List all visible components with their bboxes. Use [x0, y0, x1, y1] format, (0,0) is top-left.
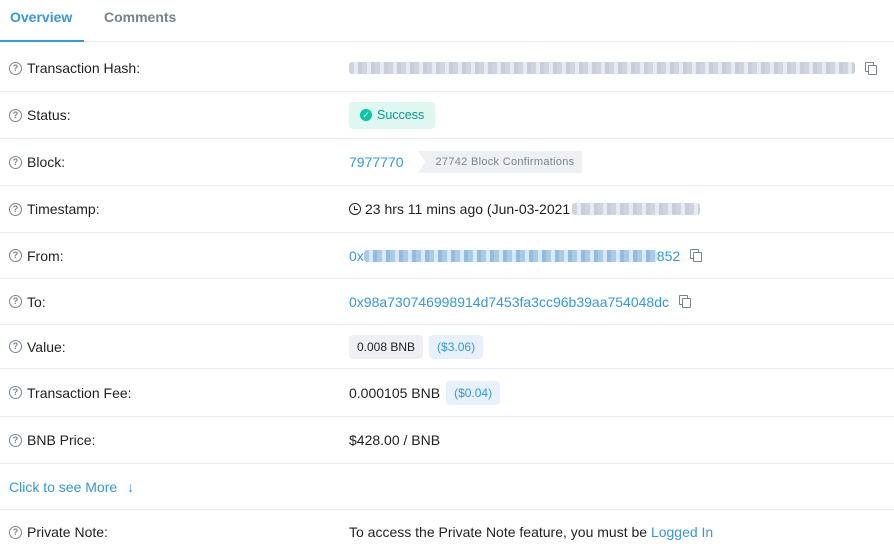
- question-circle-icon[interactable]: ?: [9, 433, 22, 447]
- label-transaction-hash: Transaction Hash:: [27, 60, 141, 76]
- check-circle-icon: ✓: [360, 109, 372, 121]
- row-to: ? To: 0x98a730746998914d7453fa3cc96b39aa…: [0, 279, 894, 325]
- see-more-label: Click to see More: [9, 478, 118, 495]
- private-note-text: To access the Private Note feature, you …: [349, 524, 651, 540]
- label-status: Status:: [27, 107, 71, 123]
- status-badge: ✓ Success: [349, 101, 436, 129]
- active-tab-indicator: [0, 40, 84, 42]
- fee-amount: 0.000105 BNB: [349, 384, 441, 401]
- row-bnb-price: ? BNB Price: $428.00 / BNB: [0, 417, 894, 464]
- label-value: Value:: [27, 338, 66, 355]
- row-value: ? Value: 0.008 BNB ($3.06): [0, 325, 894, 369]
- copy-icon[interactable]: [690, 249, 703, 262]
- question-circle-icon[interactable]: ?: [9, 155, 22, 169]
- question-circle-icon[interactable]: ?: [9, 295, 22, 308]
- row-timestamp: ? Timestamp: 23 hrs 11 mins ago (Jun-03-…: [0, 186, 894, 233]
- label-bnb-price: BNB Price:: [27, 432, 96, 448]
- question-circle-icon[interactable]: ?: [9, 108, 22, 122]
- tab-comments[interactable]: Comments: [104, 0, 176, 41]
- timestamp-time-redacted: [572, 203, 701, 215]
- login-link[interactable]: Logged In: [651, 524, 713, 540]
- question-circle-icon[interactable]: ?: [9, 525, 22, 539]
- copy-icon[interactable]: [678, 295, 691, 308]
- block-number-link[interactable]: 7977770: [349, 154, 404, 170]
- copy-icon[interactable]: [865, 61, 877, 75]
- see-more-link[interactable]: Click to see More ↓: [9, 464, 134, 509]
- question-circle-icon[interactable]: ?: [9, 202, 22, 216]
- transaction-hash-value-redacted: [349, 62, 855, 74]
- arrow-down-icon: ↓: [127, 478, 135, 495]
- row-private-note: ? Private Note: To access the Private No…: [0, 510, 894, 554]
- from-address-prefix: 0x: [349, 247, 364, 264]
- status-text: Success: [377, 108, 425, 122]
- row-status: ? Status: ✓ Success: [0, 92, 894, 139]
- tab-bar: Overview Comments: [0, 0, 894, 42]
- row-see-more: Click to see More ↓: [0, 464, 894, 510]
- row-block: ? Block: 7977770 27742 Block Confirmatio…: [0, 139, 894, 186]
- value-amount-badge: 0.008 BNB: [349, 334, 424, 359]
- from-address-link[interactable]: 0x 852: [349, 248, 680, 264]
- label-block: Block:: [27, 154, 66, 170]
- row-from: ? From: 0x 852: [0, 233, 894, 279]
- question-circle-icon[interactable]: ?: [9, 386, 22, 399]
- label-timestamp: Timestamp:: [27, 201, 100, 217]
- timestamp-value: 23 hrs 11 mins ago (Jun-03-2021: [365, 201, 571, 217]
- label-transaction-fee: Transaction Fee:: [27, 384, 132, 401]
- row-transaction-hash: ? Transaction Hash:: [0, 45, 894, 92]
- question-circle-icon[interactable]: ?: [9, 340, 22, 353]
- question-circle-icon[interactable]: ?: [9, 249, 22, 262]
- to-address-link[interactable]: 0x98a730746998914d7453fa3cc96b39aa754048…: [349, 294, 669, 310]
- label-private-note: Private Note:: [27, 524, 108, 540]
- label-from: From:: [27, 247, 64, 264]
- label-to: To:: [27, 293, 46, 310]
- fee-usd-badge: ($0.04): [446, 380, 501, 405]
- row-transaction-fee: ? Transaction Fee: 0.000105 BNB ($0.04): [0, 369, 894, 417]
- question-circle-icon[interactable]: ?: [9, 61, 22, 75]
- from-address-redacted: [363, 249, 657, 262]
- from-address-suffix: 852: [656, 247, 681, 264]
- value-usd-badge: ($3.06): [429, 334, 484, 359]
- bnb-price-value: $428.00 / BNB: [349, 432, 441, 448]
- tab-overview[interactable]: Overview: [10, 0, 72, 41]
- block-confirmations-badge: 27742 Block Confirmations: [417, 151, 583, 173]
- clock-icon: [349, 203, 361, 215]
